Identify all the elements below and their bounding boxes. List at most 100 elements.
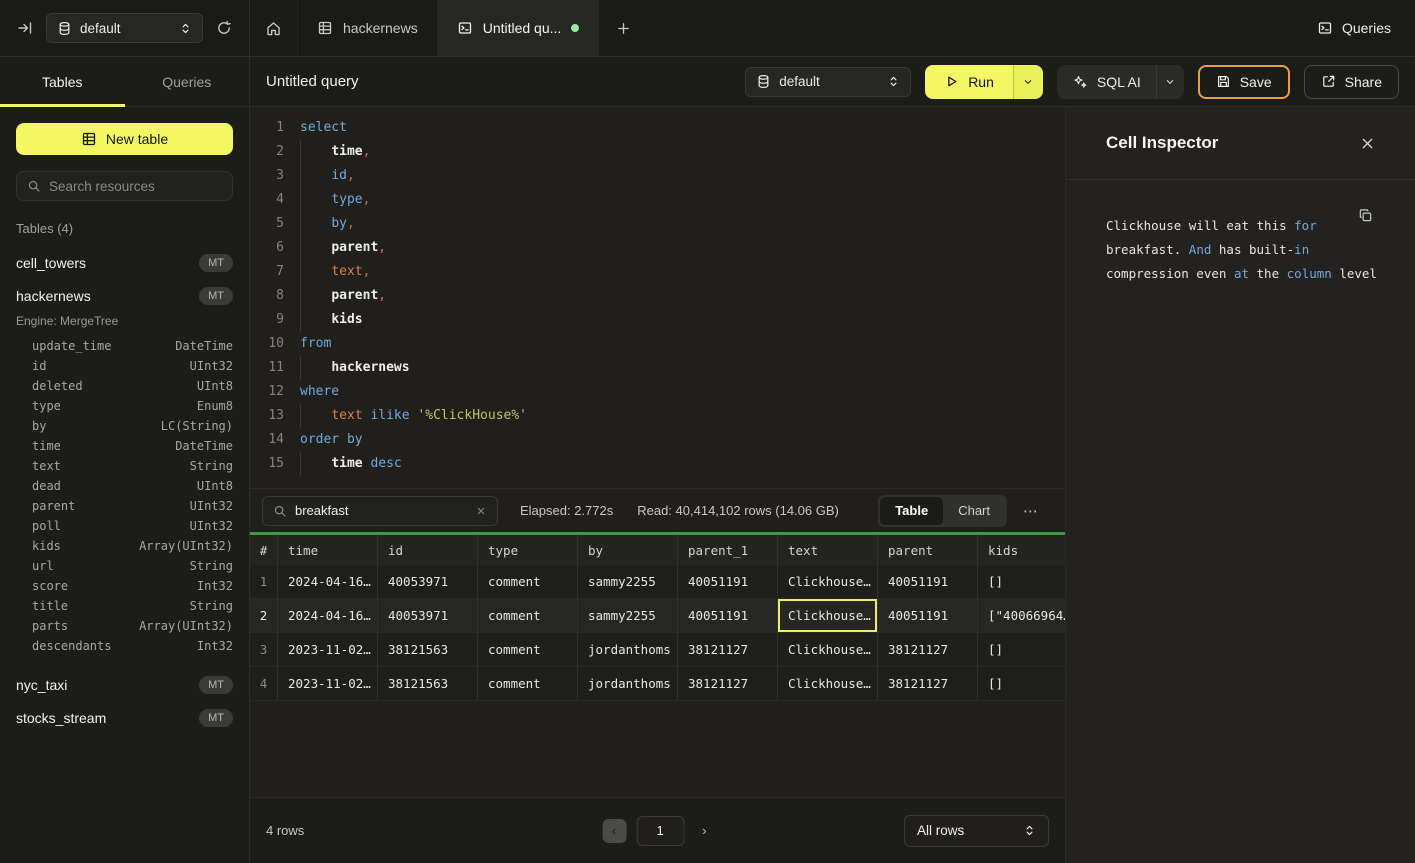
previous-page-button[interactable]: ‹ xyxy=(602,819,626,843)
table-cell[interactable]: 2024-04-16… xyxy=(278,599,378,632)
table-header-cell[interactable]: type xyxy=(478,535,578,565)
table-cell[interactable]: 38121127 xyxy=(678,633,778,666)
sidebar-tab-tables[interactable]: Tables xyxy=(0,57,125,106)
table-cell[interactable]: comment xyxy=(478,667,578,700)
query-database-selector[interactable]: default xyxy=(745,67,911,97)
table-cell[interactable]: 40051191 xyxy=(878,565,978,598)
run-button[interactable]: Run xyxy=(925,65,1013,99)
queries-shortcut[interactable]: Queries xyxy=(1293,0,1415,56)
sidebar-table-item[interactable]: stocks_streamMT xyxy=(0,701,249,734)
table-cell[interactable]: comment xyxy=(478,633,578,666)
editor-line[interactable]: 12where xyxy=(262,380,1065,404)
refresh-button[interactable] xyxy=(212,16,236,40)
editor-line[interactable]: 13 text ilike '%ClickHouse%' xyxy=(262,404,1065,428)
table-cell[interactable]: 38121563 xyxy=(378,633,478,666)
table-cell[interactable]: Clickhouse… xyxy=(778,667,878,700)
table-header-cell[interactable]: kids xyxy=(978,535,1065,565)
save-label: Save xyxy=(1240,74,1272,90)
search-resources-input[interactable] xyxy=(49,179,226,194)
editor-line[interactable]: 3 id, xyxy=(262,164,1065,188)
editor-line[interactable]: 1select xyxy=(262,116,1065,140)
next-page-button[interactable]: › xyxy=(702,823,706,838)
editor-line[interactable]: 8 parent, xyxy=(262,284,1065,308)
table-cell[interactable]: 2023-11-02… xyxy=(278,667,378,700)
editor-line[interactable]: 7 text, xyxy=(262,260,1065,284)
editor-line[interactable]: 15 time desc xyxy=(262,452,1065,476)
database-selector[interactable]: default xyxy=(46,13,203,43)
table-cell[interactable]: 38121127 xyxy=(878,667,978,700)
sidebar-collapse-button[interactable] xyxy=(13,16,37,40)
sql-editor[interactable]: 1select2 time,3 id,4 type,5 by,6 parent,… xyxy=(250,107,1065,488)
database-icon xyxy=(57,21,72,36)
table-header-cell[interactable]: by xyxy=(578,535,678,565)
page-number-input[interactable]: 1 xyxy=(636,816,684,846)
more-menu-icon[interactable]: ⋯ xyxy=(1023,502,1039,520)
table-cell[interactable]: [] xyxy=(978,565,1065,598)
table-header-cell[interactable]: text xyxy=(778,535,878,565)
column-name: deleted xyxy=(32,379,83,393)
table-cell[interactable]: Clickhouse… xyxy=(778,565,878,598)
table-cell[interactable]: ["40066964… xyxy=(978,599,1065,632)
table-header-cell[interactable]: # xyxy=(250,535,278,565)
table-cell[interactable]: 40051191 xyxy=(678,565,778,598)
close-inspector-button[interactable] xyxy=(1360,136,1375,151)
new-tab-button[interactable] xyxy=(599,0,647,56)
sidebar-table-item[interactable]: cell_towersMT xyxy=(0,246,249,279)
table-cell[interactable]: comment xyxy=(478,599,578,632)
table-cell[interactable]: jordanthoms xyxy=(578,633,678,666)
sql-ai-button[interactable]: SQL AI xyxy=(1057,65,1156,99)
table-cell[interactable]: 2024-04-16… xyxy=(278,565,378,598)
editor-line[interactable]: 9 kids xyxy=(262,308,1065,332)
resource-search[interactable] xyxy=(16,171,233,201)
row-number-cell: 2 xyxy=(250,599,278,632)
share-button[interactable]: Share xyxy=(1304,65,1399,99)
play-icon xyxy=(944,74,959,89)
table-cell[interactable]: 40051191 xyxy=(678,599,778,632)
table-cell[interactable]: 40053971 xyxy=(378,599,478,632)
run-options-button[interactable] xyxy=(1013,65,1043,99)
table-header-cell[interactable]: parent_1 xyxy=(678,535,778,565)
line-number: 4 xyxy=(262,188,284,212)
column-row: urlString xyxy=(0,556,249,576)
table-cell[interactable]: 40053971 xyxy=(378,565,478,598)
tab-home[interactable] xyxy=(250,0,298,56)
table-cell[interactable]: [] xyxy=(978,667,1065,700)
table-cell[interactable]: 40051191 xyxy=(878,599,978,632)
view-toggle-chart[interactable]: Chart xyxy=(943,497,1005,525)
table-cell[interactable]: 38121127 xyxy=(678,667,778,700)
editor-line[interactable]: 5 by, xyxy=(262,212,1065,236)
table-header-cell[interactable]: parent xyxy=(878,535,978,565)
table-header-cell[interactable]: id xyxy=(378,535,478,565)
clear-filter-icon[interactable] xyxy=(475,505,487,517)
table-cell[interactable]: sammy2255 xyxy=(578,565,678,598)
table-cell[interactable]: Clickhouse… xyxy=(778,633,878,666)
table-header-cell[interactable]: time xyxy=(278,535,378,565)
editor-line[interactable]: 4 type, xyxy=(262,188,1065,212)
tab-hackernews[interactable]: hackernews xyxy=(298,0,438,56)
sql-ai-options-button[interactable] xyxy=(1156,65,1184,99)
editor-line[interactable]: 2 time, xyxy=(262,140,1065,164)
save-button[interactable]: Save xyxy=(1198,65,1290,99)
results-filter-input[interactable] xyxy=(295,503,467,518)
editor-line[interactable]: 14order by xyxy=(262,428,1065,452)
table-cell[interactable]: Clickhouse… xyxy=(778,599,878,632)
table-cell[interactable]: jordanthoms xyxy=(578,667,678,700)
copy-cell-value-button[interactable] xyxy=(1358,208,1373,223)
table-cell[interactable]: 38121563 xyxy=(378,667,478,700)
table-cell[interactable]: 2023-11-02… xyxy=(278,633,378,666)
table-cell[interactable]: [] xyxy=(978,633,1065,666)
table-cell[interactable]: comment xyxy=(478,565,578,598)
editor-line[interactable]: 11 hackernews xyxy=(262,356,1065,380)
view-toggle-table[interactable]: Table xyxy=(880,497,943,525)
results-filter[interactable] xyxy=(262,496,498,526)
editor-line[interactable]: 6 parent, xyxy=(262,236,1065,260)
table-cell[interactable]: sammy2255 xyxy=(578,599,678,632)
editor-line[interactable]: 10from xyxy=(262,332,1065,356)
sidebar-tab-queries[interactable]: Queries xyxy=(125,57,250,106)
sidebar-table-item[interactable]: hackernewsMT xyxy=(0,279,249,312)
sidebar-table-item[interactable]: nyc_taxiMT xyxy=(0,668,249,701)
table-cell[interactable]: 38121127 xyxy=(878,633,978,666)
tab-untitled-query[interactable]: Untitled qu... xyxy=(438,0,600,56)
new-table-button[interactable]: New table xyxy=(16,123,233,155)
page-size-selector[interactable]: All rows xyxy=(904,815,1049,847)
